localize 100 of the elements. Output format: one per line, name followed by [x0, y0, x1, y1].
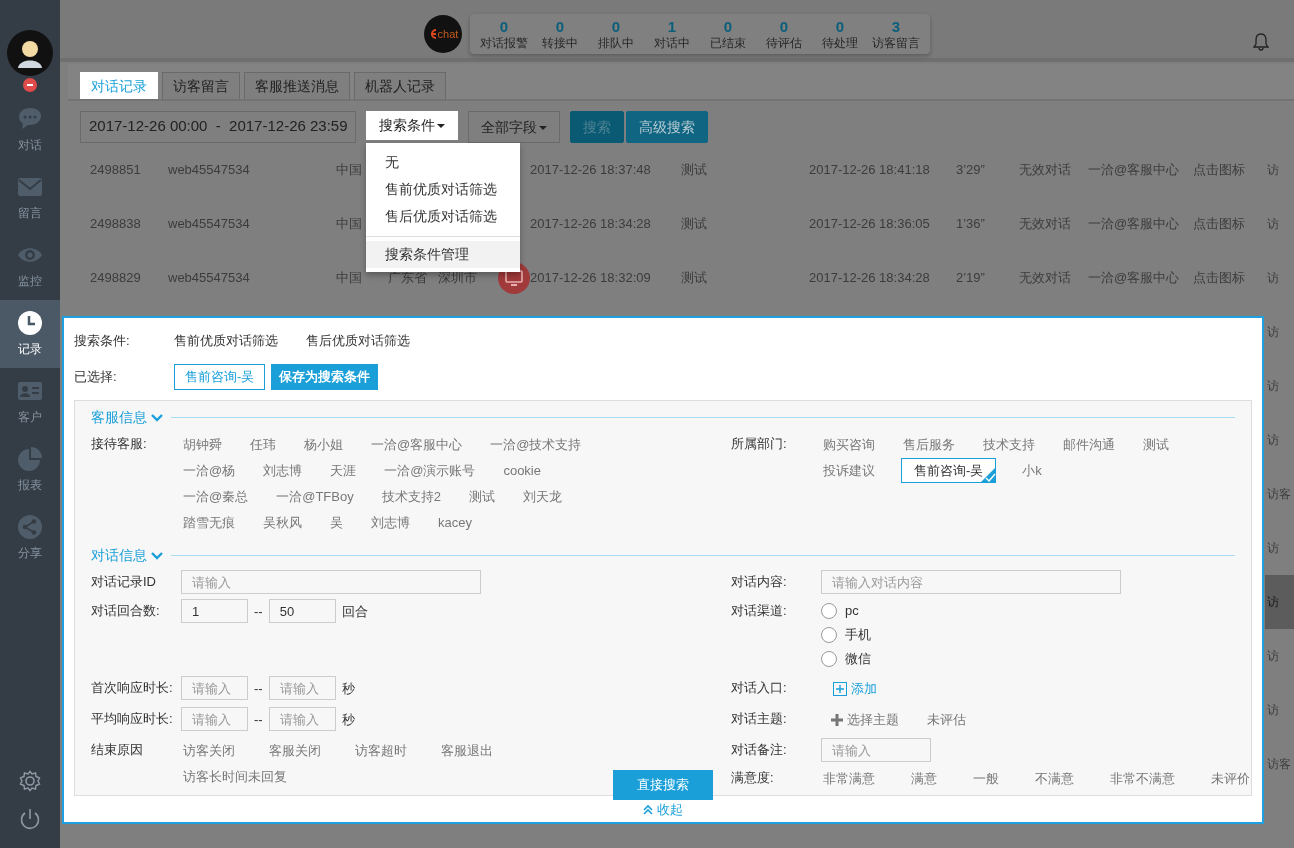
- agent-option[interactable]: 刘志博: [369, 510, 412, 535]
- stat-value: 0: [835, 17, 845, 36]
- agent-option[interactable]: 天涯: [328, 458, 359, 483]
- input-field[interactable]: 1: [181, 599, 248, 623]
- menu-item[interactable]: 搜索条件管理: [366, 241, 520, 268]
- agent-option[interactable]: 杨小姐: [302, 432, 345, 457]
- department-option[interactable]: 售前咨询-吴: [901, 458, 997, 483]
- table-cell: 点击图标: [1193, 216, 1245, 232]
- saved-condition-link[interactable]: 售前优质对话筛选: [174, 331, 278, 351]
- radio-button[interactable]: [821, 651, 837, 667]
- table-cell: 深圳市: [438, 270, 477, 286]
- section-title[interactable]: 客服信息: [91, 407, 147, 428]
- input-field[interactable]: 50: [268, 599, 336, 623]
- stat-label: 对话报警: [480, 35, 528, 51]
- advanced-search-button[interactable]: 高级搜索: [626, 111, 708, 143]
- agent-option[interactable]: 胡钟舜: [181, 432, 224, 457]
- agent-option[interactable]: 一洽@技术支持: [488, 432, 584, 457]
- bell-icon[interactable]: [1252, 32, 1270, 51]
- agent-option[interactable]: 一洽@客服中心: [369, 432, 465, 457]
- power-icon[interactable]: [19, 808, 41, 830]
- clock-icon: [17, 310, 43, 336]
- menu-item[interactable]: 售前优质对话筛选: [366, 176, 520, 203]
- agent-option[interactable]: 测试: [466, 484, 497, 509]
- agent-option[interactable]: 一洽@演示账号: [382, 458, 478, 483]
- menu-item[interactable]: 无: [366, 149, 520, 176]
- field-label: 对话主题:: [731, 710, 788, 728]
- tab[interactable]: 对话记录: [80, 72, 158, 99]
- range-separator: --: [253, 603, 264, 621]
- rating-option[interactable]: 满意: [909, 766, 939, 791]
- table-cell-text: 访: [1266, 162, 1280, 179]
- agent-option[interactable]: 刘志博: [261, 458, 305, 483]
- end-reason-option[interactable]: 访客关闭: [181, 738, 237, 763]
- table-cell: 2017-12-26 18:32:09: [530, 270, 651, 286]
- agent-option[interactable]: 吴秋风: [261, 510, 304, 535]
- sidebar-item[interactable]: 记录: [0, 300, 60, 368]
- end-reason-option[interactable]: 客服关闭: [267, 738, 323, 763]
- input-field[interactable]: 请输入: [268, 676, 336, 700]
- save-condition-button[interactable]: 保存为搜索条件: [271, 364, 379, 390]
- agent-option[interactable]: 技术支持2: [379, 484, 443, 509]
- field-label: 满意度:: [731, 769, 775, 787]
- selected-tag[interactable]: 售前咨询-吴: [174, 364, 266, 390]
- menu-item[interactable]: 售后优质对话筛选: [366, 203, 520, 230]
- section-title[interactable]: 对话信息: [91, 545, 147, 566]
- sidebar-item[interactable]: 报表: [0, 436, 60, 504]
- rating-option[interactable]: 未评价: [1209, 766, 1252, 791]
- agent-option[interactable]: 一洽@杨: [181, 458, 238, 483]
- select-topic-link[interactable]: 选择主题: [831, 707, 899, 733]
- agent-option[interactable]: cookie: [501, 458, 543, 483]
- tab[interactable]: 访客留言: [162, 72, 240, 99]
- input-field[interactable]: 请输入: [268, 707, 336, 731]
- agent-option[interactable]: 一洽@秦总: [181, 484, 251, 509]
- tab[interactable]: 机器人记录: [354, 72, 446, 99]
- department-option[interactable]: 测试: [1141, 432, 1171, 457]
- rating-option[interactable]: 不满意: [1033, 766, 1076, 791]
- end-reason-option[interactable]: 访客长时间未回复: [181, 764, 289, 789]
- stat-label: 待评估: [766, 35, 802, 51]
- rating-option[interactable]: 非常不满意: [1108, 766, 1177, 791]
- input-field[interactable]: 请输入对话内容: [821, 570, 1121, 594]
- table-cell: 2017-12-26 18:34:28: [809, 270, 930, 286]
- end-reason-option[interactable]: 客服退出: [439, 738, 495, 763]
- field-label: 对话入口:: [731, 679, 788, 697]
- radio-button[interactable]: [821, 627, 837, 643]
- input-field[interactable]: 请输入: [821, 738, 931, 762]
- direct-search-button[interactable]: 直接搜索: [613, 770, 713, 800]
- agent-option[interactable]: kacey: [436, 510, 474, 535]
- sidebar-item[interactable]: 分享: [0, 504, 60, 572]
- agent-option[interactable]: 刘天龙: [520, 484, 564, 509]
- saved-condition-link[interactable]: 售后优质对话筛选: [306, 331, 410, 351]
- input-field[interactable]: 请输入: [181, 570, 481, 594]
- agent-option[interactable]: 吴: [328, 510, 345, 535]
- input-field[interactable]: 请输入: [181, 707, 248, 731]
- rating-option[interactable]: 一般: [971, 766, 1001, 791]
- collapse-link[interactable]: 收起: [643, 799, 683, 822]
- agent-option[interactable]: 一洽@TFBoy: [274, 484, 356, 509]
- add-link[interactable]: 添加: [833, 676, 877, 702]
- date-range-field[interactable]: 2017-12-26 00:00 - 2017-12-26 23:59: [80, 111, 356, 143]
- department-option[interactable]: 投诉建议: [821, 458, 877, 483]
- logo: chat: [424, 15, 462, 53]
- avatar[interactable]: [7, 30, 53, 76]
- radio-button[interactable]: [821, 603, 837, 619]
- department-option[interactable]: 邮件沟通: [1061, 432, 1117, 457]
- stat-value: 0: [779, 17, 789, 36]
- agent-option[interactable]: 任玮: [248, 432, 278, 457]
- rating-option[interactable]: 非常满意: [821, 766, 877, 791]
- department-option[interactable]: 购买咨询: [821, 432, 877, 457]
- end-reason-option[interactable]: 访客超时: [353, 738, 409, 763]
- department-option[interactable]: 售后服务: [901, 432, 957, 457]
- settings-icon[interactable]: [19, 770, 41, 792]
- department-option[interactable]: 小k: [1020, 458, 1044, 483]
- sidebar-item[interactable]: 监控: [0, 232, 60, 300]
- dropdown-button[interactable]: 搜索条件: [366, 111, 458, 140]
- input-field[interactable]: 请输入: [181, 676, 248, 700]
- stat-label: 转接中: [542, 35, 578, 51]
- department-option[interactable]: 技术支持: [981, 432, 1037, 457]
- sidebar-item[interactable]: 客户: [0, 368, 60, 436]
- dropdown-button[interactable]: 全部字段: [468, 111, 560, 143]
- sidebar-item[interactable]: 留言: [0, 164, 60, 232]
- agent-option[interactable]: 踏雪无痕: [181, 510, 237, 535]
- tab[interactable]: 客服推送消息: [244, 72, 350, 99]
- sidebar-item[interactable]: 对话: [0, 96, 60, 164]
